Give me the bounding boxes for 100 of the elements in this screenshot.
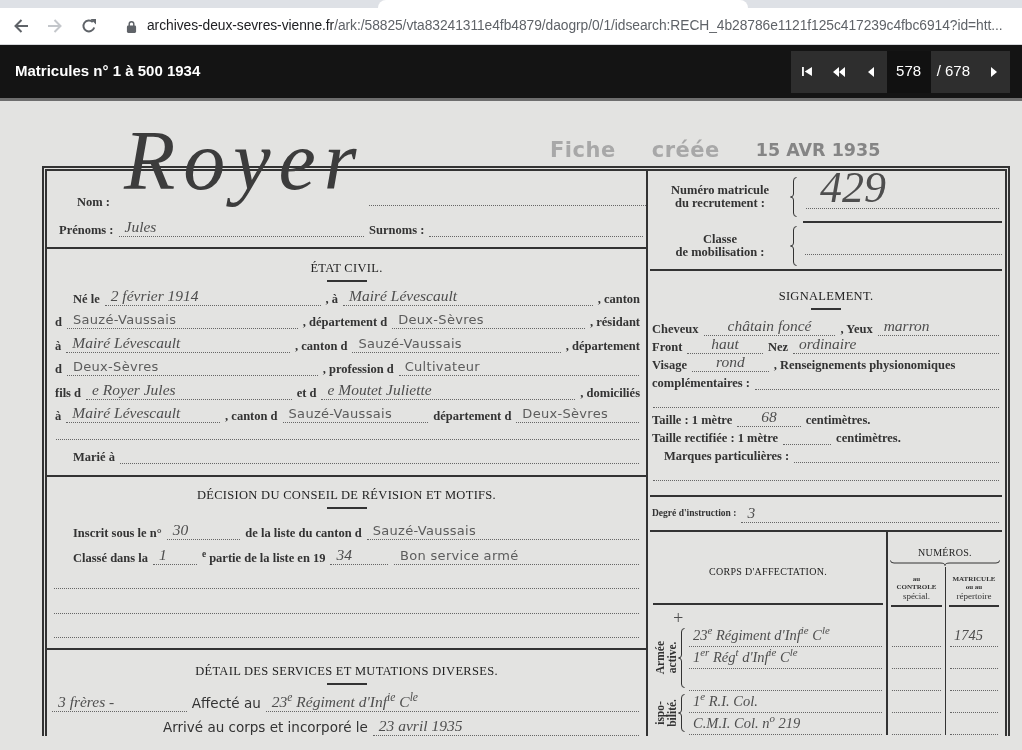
form-label: , canton d	[294, 339, 349, 353]
typed-entry: Sauzé-Vaussais	[282, 406, 429, 423]
form-label: $^{e}$ partie de la liste en 19	[200, 551, 327, 565]
caret-left-icon	[867, 66, 874, 77]
brace-icon	[790, 226, 797, 266]
document-title: Matricules n° 1 à 500 1934	[15, 61, 201, 82]
stamp-text: créée	[651, 138, 720, 162]
form-label: d	[54, 316, 63, 329]
form-label: complémentaires :	[651, 377, 751, 391]
section-heading: SIGNALEMENT.	[778, 289, 874, 304]
skip-to-start-icon	[801, 67, 812, 76]
lock-icon	[126, 19, 137, 33]
form-label: Nom :	[76, 196, 111, 209]
form-label: , canton d	[224, 410, 279, 423]
form-label: , département	[564, 339, 641, 353]
form-label: Prénoms :	[58, 224, 115, 237]
section-heading: DÉTAIL DES SERVICES ET MUTATIONS DIVERSES.	[195, 663, 498, 679]
form-label: Taille : 1 mètre	[651, 413, 734, 427]
typed-entry: Bon service armé	[394, 547, 639, 565]
form-label: , résidant	[589, 316, 641, 329]
form-label: Cheveux	[651, 322, 700, 336]
handwritten-entry: 1745	[950, 624, 998, 647]
handwritten-entry: 23$^{e}$ Régiment d'Inf$^{ie}$ C$^{le}$	[689, 624, 882, 647]
form-label: d	[54, 363, 63, 376]
back-arrow-icon	[13, 18, 29, 34]
form-label: Visage	[651, 359, 688, 373]
stamped-text: Affecté au	[190, 694, 262, 712]
handwritten-entry: 23 avril 1935	[372, 716, 639, 736]
stamp-text: 15 AVR 1935	[755, 139, 881, 162]
form-label: Numéro matricule du recrutement :	[670, 184, 770, 210]
row-group-label: Armée active.	[654, 641, 678, 675]
form-label: Degré d'instruction :	[651, 506, 738, 520]
typed-entry: Sauzé-Vaussais	[66, 312, 298, 329]
handwritten-mark: +	[672, 608, 685, 627]
form-label: centimètres.	[804, 413, 872, 427]
handwritten-entry: 30	[166, 521, 241, 541]
form-label: Marques particulières :	[663, 450, 791, 463]
form-label: fils d	[54, 386, 83, 400]
handwritten-entry: marron	[877, 316, 999, 336]
form-label: Classé dans la	[72, 551, 150, 565]
stamp-text: Fiche	[550, 138, 616, 162]
handwritten-entry: ordinaire	[793, 334, 999, 354]
typed-entry: Cultivateur	[398, 359, 639, 376]
handwritten-entry: Mairé Lévescault	[343, 286, 593, 306]
handwritten-entry: 429	[806, 168, 999, 209]
column-heading: CORPS D'AFFECTATION.	[653, 531, 883, 605]
form-label: Nez	[766, 340, 789, 354]
forward-arrow-icon	[47, 18, 63, 34]
handwritten-entry: rond	[691, 353, 769, 373]
form-label: , canton	[596, 292, 641, 306]
handwritten-entry: e Royer Jules	[86, 380, 292, 400]
form-label: Front	[651, 340, 684, 354]
handwritten-entry: 1$^{er}$ Rég$^{t}$ d'Inf$^{ie}$ C$^{le}$	[689, 646, 882, 669]
handwritten-entry: 3	[741, 503, 999, 523]
typed-entry: Deux-Sèvres	[66, 359, 318, 376]
form-label: , profession d	[321, 363, 395, 376]
form-label: Né le	[72, 292, 101, 306]
form-label: , Yeux	[839, 322, 874, 336]
form-label: département d	[432, 410, 513, 423]
section-heading: DÉCISION DU CONSEIL DE RÉVISION ET MOTIFS.	[196, 488, 497, 503]
form-label: Inscrit sous le n°	[72, 527, 163, 541]
form-label: Marié à	[72, 451, 116, 464]
form-label: Taille rectifiée : 1 mètre	[651, 431, 780, 445]
section-heading: ÉTAT CIVIL.	[310, 261, 383, 276]
page-number-field[interactable]: 578	[886, 50, 931, 93]
caret-right-icon	[991, 66, 997, 77]
handwritten-entry: 34	[330, 545, 389, 565]
form-label: à	[54, 410, 63, 423]
handwritten-entry: C.M.I. Col. n$^{o}$ 219	[689, 712, 882, 735]
form-label: , Renseignements physionomiques	[772, 359, 957, 373]
rewind-icon	[832, 66, 845, 77]
form-label: de la liste du canton d	[244, 527, 363, 541]
form-label: Surnoms :	[368, 224, 426, 237]
brace-icon	[678, 693, 685, 732]
typed-entry: Sauzé-Vaussais	[366, 523, 639, 541]
handwritten-entry: Mairé Lévescault	[66, 404, 221, 423]
form-label: Classe de mobilisation :	[674, 233, 766, 259]
handwritten-entry: e Moutet Juliette	[321, 380, 576, 400]
handwritten-entry: châtain foncé	[703, 316, 836, 336]
form-label: et d	[295, 386, 318, 400]
reload-icon	[81, 18, 97, 34]
handwritten-entry: 1$^{e}$ R.I. Col.	[689, 690, 882, 713]
typed-entry: Sauzé-Vaussais	[352, 335, 561, 353]
handwritten-entry: 2 février 1914	[104, 286, 321, 306]
handwritten-entry: 3 frères -	[52, 692, 187, 712]
form-label: , à	[324, 292, 339, 306]
typed-entry: Deux-Sèvres	[392, 312, 585, 329]
typed-entry: Deux-Sèvres	[516, 406, 639, 423]
row-group-label: ispo- bilité.	[654, 698, 678, 727]
form-label: centimètres.	[835, 431, 902, 445]
brace-icon	[678, 627, 685, 688]
handwritten-entry: Jules	[118, 218, 365, 237]
handwritten-entry: 68	[737, 407, 801, 427]
brace-icon	[790, 177, 797, 217]
stamped-text: Arrivé au corps et incorporé le	[162, 718, 369, 736]
column-heading: NUMÉROS.	[918, 545, 972, 560]
form-label: à	[54, 339, 63, 353]
form-label: , département d	[301, 316, 389, 329]
handwritten-entry: haut	[687, 334, 763, 354]
handwritten-entry: 23$^{e}$ Régiment d'Inf$^{ie}$ C$^{le}$	[265, 692, 639, 712]
